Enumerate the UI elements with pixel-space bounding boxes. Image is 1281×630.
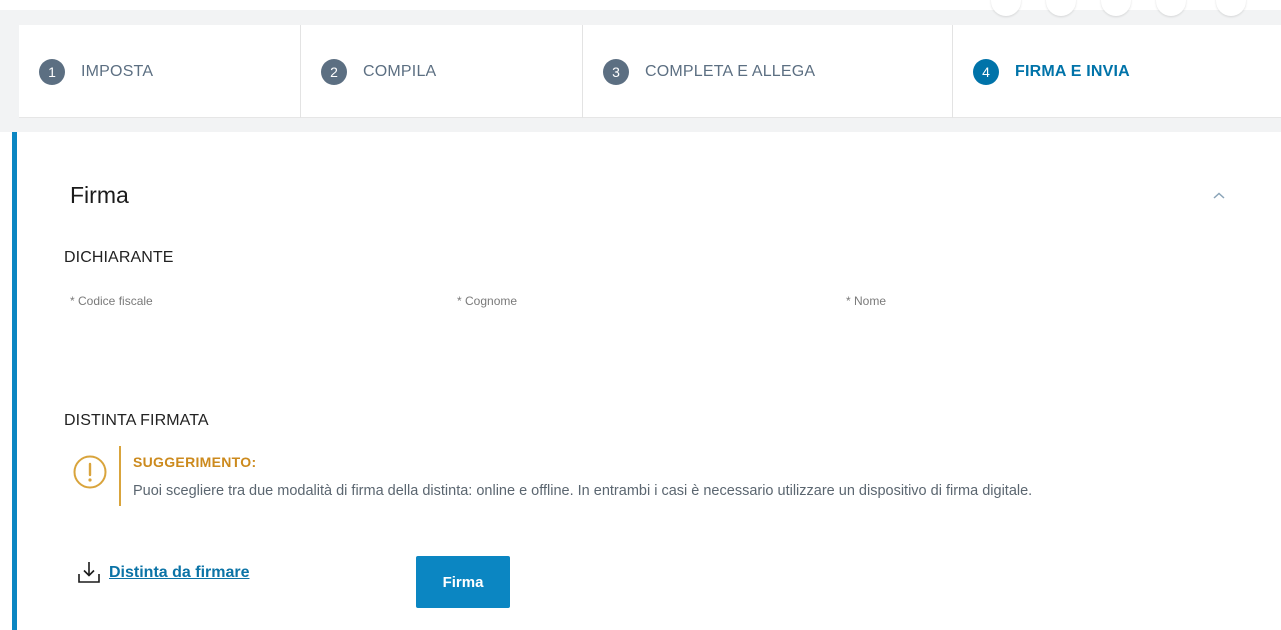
exclamation-circle-icon [72, 454, 108, 490]
step-number: 4 [973, 58, 999, 85]
chevron-up-icon[interactable] [1209, 186, 1229, 206]
step-number: 1 [39, 58, 65, 85]
codice-fiscale-value [70, 334, 270, 344]
codice-fiscale-label: * Codice fiscale [70, 294, 153, 308]
callout-title: SUGGERIMENTO: [133, 454, 257, 470]
step-label: COMPILA [363, 62, 437, 80]
toolbar-circle [1216, 0, 1246, 16]
step-completa-e-allega[interactable]: 3 COMPLETA E ALLEGA [583, 25, 953, 118]
suggerimento-callout: SUGGERIMENTO: Puoi scegliere tra due mod… [72, 444, 1172, 508]
callout-accent-bar [119, 446, 121, 506]
nome-label: * Nome [846, 294, 887, 308]
firma-panel: Firma DICHIARANTE * Codice fiscale * Cog… [12, 132, 1281, 630]
cognome-label: * Cognome [457, 294, 518, 308]
step-firma-e-invia[interactable]: 4 FIRMA E INVIA [953, 25, 1281, 118]
step-compila[interactable]: 2 COMPILA [301, 25, 583, 118]
distinta-download-link[interactable]: Distinta da firmare [76, 560, 249, 586]
dichiarante-heading: DICHIARANTE [64, 249, 174, 266]
step-number: 3 [603, 58, 629, 85]
wizard-stepper: 1 IMPOSTA 2 COMPILA 3 COMPLETA E ALLEGA … [19, 25, 1281, 118]
step-label: IMPOSTA [81, 62, 154, 80]
step-number: 2 [321, 58, 347, 85]
download-icon [76, 560, 102, 586]
nome-value [846, 334, 946, 344]
download-link-label[interactable]: Distinta da firmare [109, 564, 249, 582]
step-label: COMPLETA E ALLEGA [645, 62, 816, 80]
callout-body: Puoi scegliere tra due modalità di firma… [133, 483, 1033, 499]
distinta-heading: DISTINTA FIRMATA [64, 412, 209, 429]
cognome-value [457, 334, 617, 344]
section-title: Firma [70, 182, 129, 208]
toolbar-circle [991, 0, 1021, 16]
step-imposta[interactable]: 1 IMPOSTA [19, 25, 301, 118]
toolbar-circle [1046, 0, 1076, 16]
top-toolbar-fragment [991, 0, 1281, 18]
toolbar-circle [1156, 0, 1186, 16]
firma-button[interactable]: Firma [416, 556, 510, 608]
toolbar-circle [1101, 0, 1131, 16]
step-label: FIRMA E INVIA [1015, 62, 1130, 80]
